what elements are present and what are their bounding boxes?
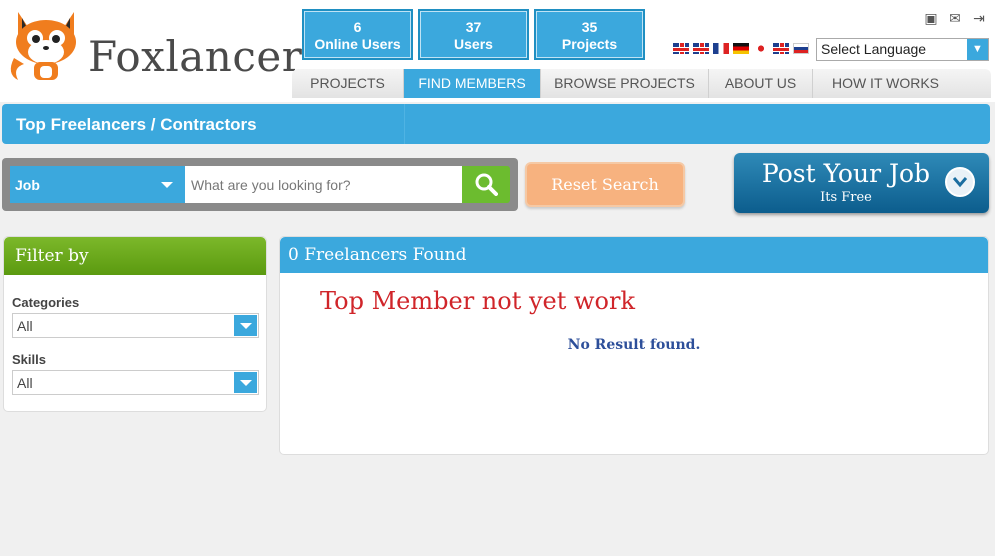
germany-flag-icon[interactable] [733, 43, 749, 54]
header: Foxlancer 6 Online Users 37 Users 35 Pro… [0, 0, 995, 102]
filter-title: Filter by [4, 237, 266, 275]
uk-flag-icon[interactable] [673, 43, 689, 54]
post-job-title: Post Your Job [761, 159, 931, 188]
stat-value: 37 [465, 19, 482, 35]
skills-value: All [17, 375, 33, 391]
categories-label: Categories [12, 295, 80, 310]
caret-down-icon [161, 182, 173, 188]
logout-icon[interactable]: ⇥ [971, 10, 987, 26]
nav-how-it-works[interactable]: HOW IT WORKS [813, 69, 958, 98]
divider [404, 104, 405, 144]
uk-flag-icon[interactable] [693, 43, 709, 54]
search-type-select[interactable]: Job [10, 166, 185, 203]
results-note: Top Member not yet work [320, 287, 636, 315]
stat-online-users: 6 Online Users [302, 9, 413, 60]
skills-select[interactable]: All [12, 370, 259, 395]
chevron-down-circle-icon [945, 167, 975, 197]
stat-label: Users [454, 36, 493, 52]
reset-search-button[interactable]: Reset Search [525, 162, 685, 207]
mail-icon[interactable]: ✉ [947, 10, 963, 26]
search-button[interactable] [462, 166, 510, 203]
results-count: 0 Freelancers Found [280, 237, 988, 273]
search-type-value: Job [15, 177, 40, 193]
top-icons: ▣ ✉ ⇥ [923, 10, 987, 26]
no-result-message: No Result found. [567, 337, 701, 353]
brand-name: Foxlancer [88, 32, 303, 81]
nav-projects[interactable]: PROJECTS [292, 69, 404, 98]
search-bar: Job [2, 158, 518, 211]
post-job-button[interactable]: Post Your Job Its Free [734, 153, 989, 213]
stat-label: Projects [561, 36, 618, 52]
language-flags [673, 43, 809, 54]
japan-flag-icon[interactable] [753, 43, 769, 54]
language-select[interactable]: Select Language ▼ [816, 38, 989, 61]
nav-browse-projects[interactable]: BROWSE PROJECTS [541, 69, 709, 98]
logo[interactable]: Foxlancer [4, 8, 302, 86]
profile-card-icon[interactable]: ▣ [923, 10, 939, 26]
skills-label: Skills [12, 352, 46, 367]
stat-projects: 35 Projects [534, 9, 645, 60]
fox-mascot-icon [10, 12, 76, 80]
stat-label: Online Users [314, 36, 401, 52]
post-job-subtitle: Its Free [820, 190, 872, 205]
page-title: Top Freelancers / Contractors [16, 115, 257, 134]
uk-flag-icon[interactable] [773, 43, 789, 54]
search-input[interactable] [185, 166, 462, 203]
results-panel: 0 Freelancers Found Top Member not yet w… [279, 236, 989, 455]
russia-flag-icon[interactable] [793, 43, 809, 54]
chevron-down-icon [234, 372, 257, 393]
language-select-value: Select Language [821, 41, 927, 57]
search-icon [475, 173, 498, 196]
nav-about-us[interactable]: ABOUT US [709, 69, 813, 98]
chevron-down-icon[interactable]: ▼ [967, 39, 988, 60]
nav-find-members[interactable]: FIND MEMBERS [404, 69, 541, 98]
page-title-bar: Top Freelancers / Contractors [2, 104, 990, 144]
france-flag-icon[interactable] [713, 43, 729, 54]
stat-value: 6 [353, 19, 362, 35]
filter-panel: Filter by Categories All Skills All [3, 236, 267, 412]
stat-users: 37 Users [418, 9, 529, 60]
stat-value: 35 [581, 19, 598, 35]
categories-value: All [17, 318, 33, 334]
main-nav: PROJECTS FIND MEMBERS BROWSE PROJECTS AB… [292, 69, 991, 98]
chevron-down-icon [234, 315, 257, 336]
categories-select[interactable]: All [12, 313, 259, 338]
